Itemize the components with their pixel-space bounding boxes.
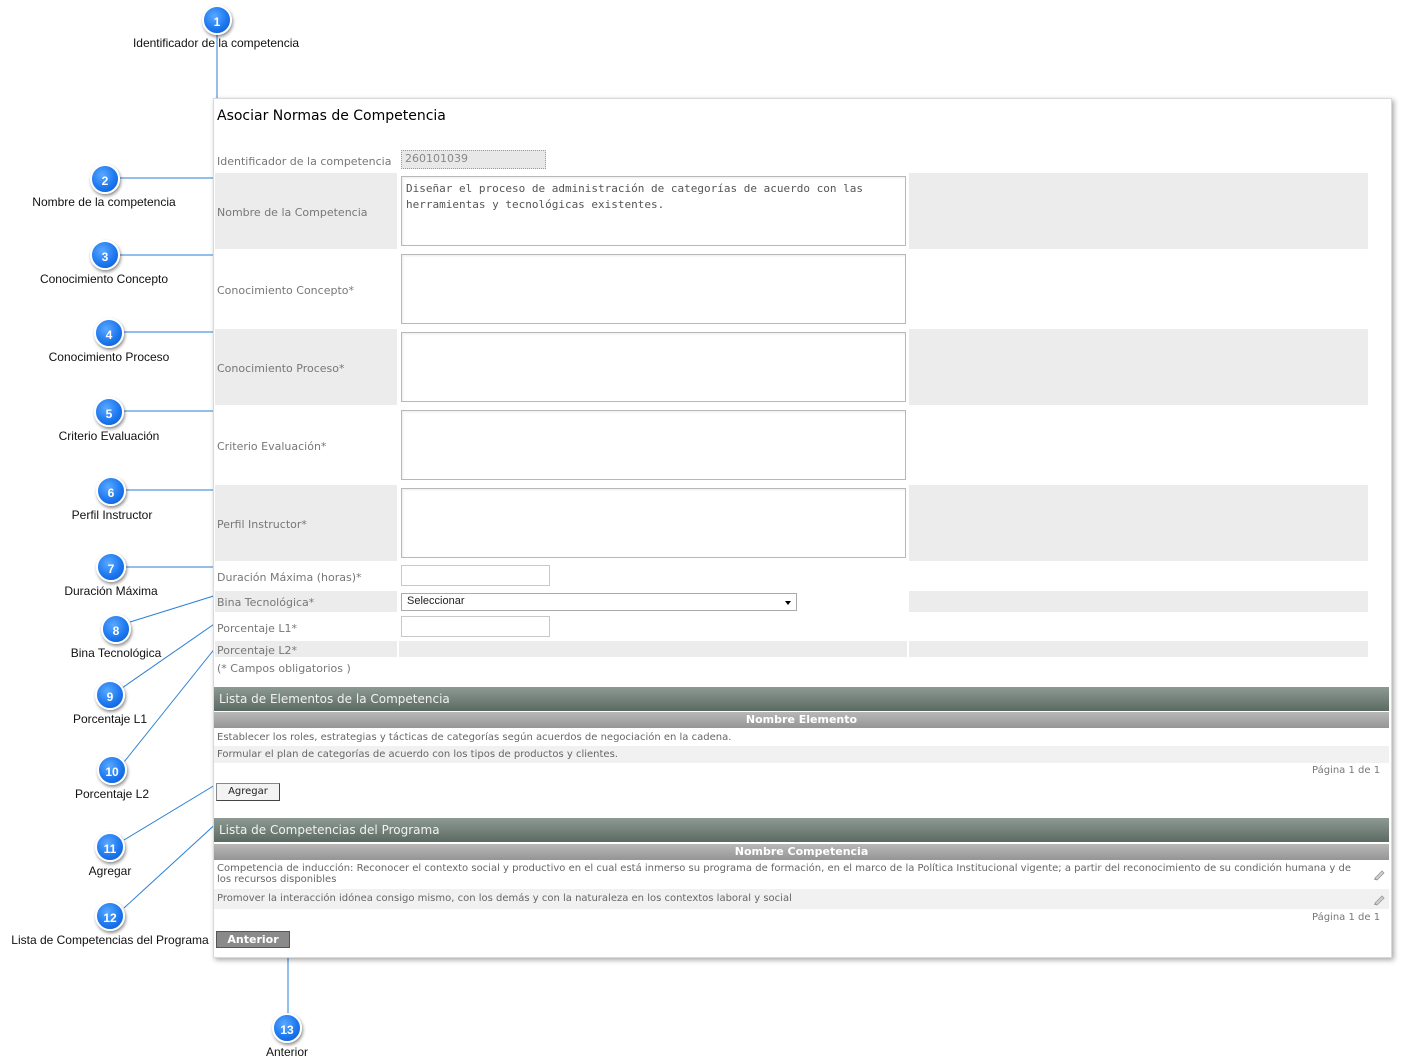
table-row[interactable]: Establecer los roles, estrategias y táct…: [214, 730, 1389, 745]
callout-label-1: Identificador de la competencia: [132, 36, 300, 50]
anterior-button[interactable]: Anterior: [216, 931, 290, 948]
callout-label-9: Porcentaje L1: [72, 712, 148, 726]
callout-badge-10: 10: [97, 755, 127, 785]
callout-badge-11: 11: [95, 832, 125, 862]
callout-label-3: Conocimiento Concepto: [39, 272, 169, 286]
callout-label-4: Conocimiento Proceso: [48, 350, 170, 364]
row-bg-perfil-right: [909, 485, 1368, 561]
pencil-icon[interactable]: [1372, 867, 1386, 881]
competencias-column-header[interactable]: Nombre Competencia: [214, 844, 1389, 860]
callout-badge-6: 6: [96, 476, 126, 506]
table-row[interactable]: Promover la interacción idónea consigo m…: [214, 889, 1389, 909]
required-note: (* Campos obligatorios ): [217, 662, 351, 675]
concepto-label: Conocimiento Concepto*: [217, 284, 354, 297]
callout-badge-9: 9: [95, 680, 125, 710]
perfil-textarea[interactable]: [401, 488, 906, 558]
criterio-textarea[interactable]: [401, 410, 906, 480]
page-title: Asociar Normas de Competencia: [217, 108, 446, 124]
row-bg-l2-mid: [399, 641, 907, 657]
callout-label-6: Perfil Instructor: [71, 508, 153, 522]
nombre-label: Nombre de la Competencia: [217, 206, 368, 219]
competencias-section-header: Lista de Competencias del Programa: [214, 818, 1389, 842]
callout-badge-3: 3: [90, 240, 120, 270]
callout-label-10: Porcentaje L2: [74, 787, 150, 801]
competencia-name: Promover la interacción idónea consigo m…: [217, 893, 792, 904]
proceso-label: Conocimiento Proceso*: [217, 362, 345, 375]
callout-badge-7: 7: [96, 552, 126, 582]
elementos-column-header[interactable]: Nombre Elemento: [214, 712, 1389, 728]
callout-label-11: Agregar: [88, 864, 132, 878]
callout-label-8: Bina Tecnológica: [70, 646, 162, 660]
criterio-label: Criterio Evaluación*: [217, 440, 327, 453]
pencil-icon[interactable]: [1372, 892, 1386, 906]
elemento-name: Formular el plan de categorías de acuerd…: [217, 749, 618, 760]
bina-select-value: Seleccionar: [407, 595, 465, 607]
row-bg-l2-right: [909, 641, 1368, 657]
perfil-label: Perfil Instructor*: [217, 518, 307, 531]
proceso-textarea[interactable]: [401, 332, 906, 402]
callout-badge-4: 4: [94, 318, 124, 348]
elementos-section-header: Lista de Elementos de la Competencia: [214, 687, 1389, 711]
callout-badge-5: 5: [94, 397, 124, 427]
row-bg-proceso-right: [909, 329, 1368, 405]
nombre-textarea[interactable]: Diseñar el proceso de administración de …: [401, 176, 906, 246]
callout-label-2: Nombre de la competencia: [32, 195, 176, 209]
callout-label-12: Lista de Competencias del Programa: [11, 933, 209, 947]
row-bg-nombre-right: [909, 173, 1368, 249]
chevron-down-icon: [785, 601, 791, 605]
bina-select[interactable]: Seleccionar: [401, 593, 797, 611]
concepto-textarea[interactable]: [401, 254, 906, 324]
row-bg-bina-right: [909, 591, 1368, 612]
elemento-name: Establecer los roles, estrategias y táct…: [217, 732, 732, 743]
agregar-button[interactable]: Agregar: [216, 783, 280, 801]
table-row[interactable]: Formular el plan de categorías de acuerd…: [214, 746, 1389, 763]
callout-badge-13: 13: [272, 1013, 302, 1043]
callout-badge-2: 2: [90, 164, 120, 194]
competencia-name: Competencia de inducción: Reconocer el c…: [217, 863, 1351, 885]
callout-label-7: Duración Máxima: [64, 584, 158, 598]
l2-label: Porcentaje L2*: [217, 644, 298, 657]
duracion-label: Duración Máxima (horas)*: [217, 571, 362, 584]
callout-badge-12: 12: [95, 901, 125, 931]
callout-label-13: Anterior: [265, 1045, 309, 1059]
l1-label: Porcentaje L1*: [217, 622, 298, 635]
callout-badge-1: 1: [202, 5, 232, 35]
callout-badge-8: 8: [101, 614, 131, 644]
callout-label-5: Criterio Evaluación: [58, 429, 160, 443]
id-field: 260101039: [401, 150, 546, 169]
table-row[interactable]: Competencia de inducción: Reconocer el c…: [214, 862, 1389, 888]
duracion-input[interactable]: [401, 565, 550, 586]
elementos-pager: Página 1 de 1: [1312, 765, 1381, 776]
bina-label: Bina Tecnológica*: [217, 596, 315, 609]
l1-input[interactable]: [401, 616, 550, 637]
competencias-pager: Página 1 de 1: [1312, 912, 1381, 923]
id-label: Identificador de la competencia: [217, 155, 392, 168]
